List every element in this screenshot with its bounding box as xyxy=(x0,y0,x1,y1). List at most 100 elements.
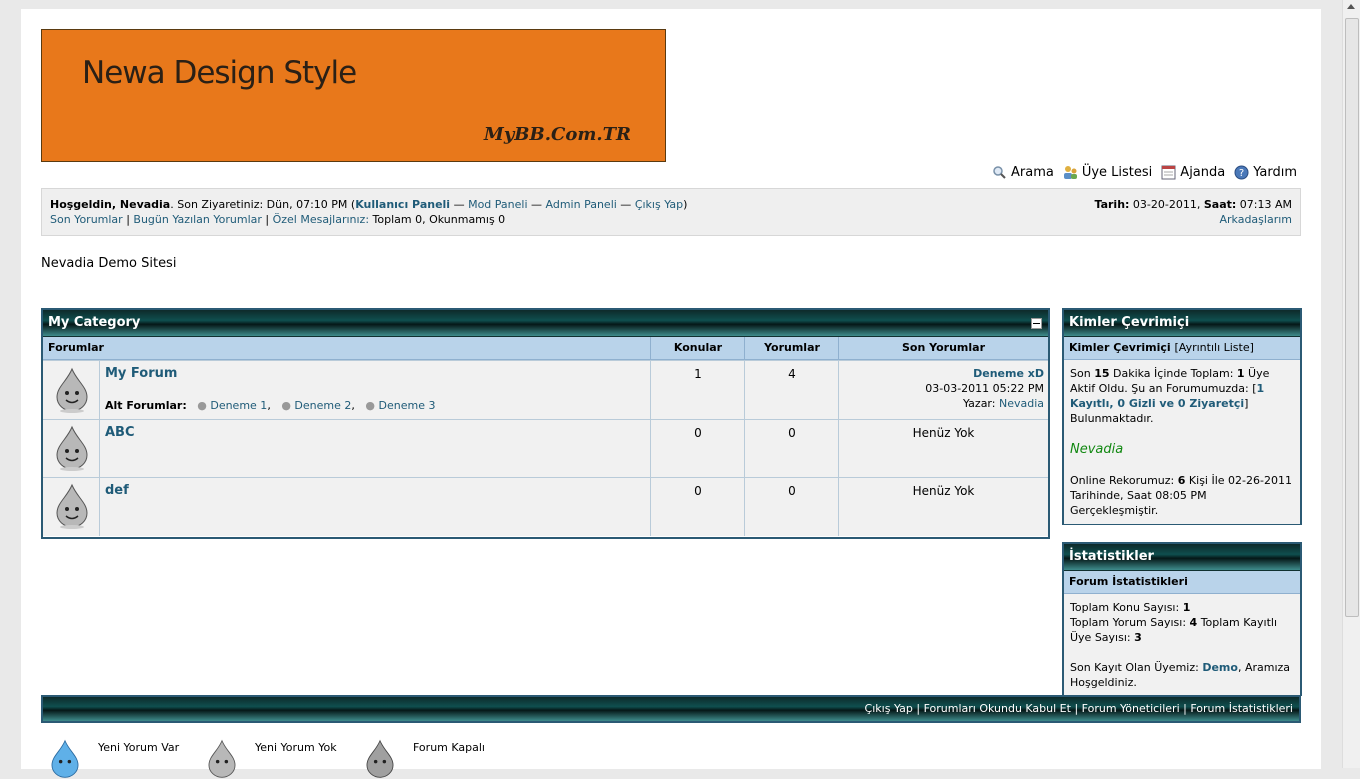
last-post-author-link[interactable]: Nevadia xyxy=(999,397,1044,410)
nav-help-link[interactable]: ? Yardım xyxy=(1234,165,1297,180)
nav-members-label: Üye Listesi xyxy=(1081,165,1153,180)
date-time: Tarih: 03-20-2011, Saat: 07:13 AM xyxy=(1094,198,1292,211)
online-subtitle: Kimler Çevrimiçi xyxy=(1069,341,1171,354)
quick-links-line: Son Yorumlar | Bugün Yazılan Yorumlar | … xyxy=(50,213,506,226)
logout-link[interactable]: Çıkış Yap xyxy=(635,198,683,211)
stats-body: Toplam Konu Sayısı: 1 Toplam Yorum Sayıs… xyxy=(1064,594,1300,696)
newest-member-link[interactable]: Demo xyxy=(1202,661,1238,674)
stats-members: 3 xyxy=(1134,631,1142,644)
welcome-panel: Hoşgeldin, Nevadia. Son Ziyaretiniz: Dün… xyxy=(41,188,1301,236)
stats-label: Toplam Konu Sayısı: xyxy=(1070,601,1183,614)
stats-label: Son Kayıt Olan Üyemiz: xyxy=(1070,661,1203,674)
friends-link[interactable]: Arkadaşlarım xyxy=(1219,213,1292,226)
col-posts: Yorumlar xyxy=(764,341,820,354)
scrollbar-thumb[interactable] xyxy=(1345,18,1359,617)
col-forums: Forumlar xyxy=(48,341,104,354)
welcome-greeting: Hoşgeldin, Nevadia xyxy=(50,198,171,211)
online-text: Dakika İçinde Toplam: xyxy=(1109,367,1237,380)
footer-stats-link[interactable]: Forum İstatistikleri xyxy=(1190,702,1293,715)
category-header[interactable]: My Category xyxy=(43,310,1048,337)
date-label: Tarih: xyxy=(1094,198,1130,211)
last-post-info: Deneme xD 03-03-2011 05:22 PM Yazar: Nev… xyxy=(925,366,1044,411)
help-icon: ? xyxy=(1234,165,1249,180)
collapse-icon[interactable] xyxy=(1031,318,1042,329)
post-count: 4 xyxy=(788,367,796,381)
date-value: 03-20-2011, xyxy=(1129,198,1204,211)
post-count: 0 xyxy=(788,484,796,498)
user-cp-link[interactable]: Kullanıcı Paneli xyxy=(355,198,450,211)
stats-label: Toplam Yorum Sayısı: xyxy=(1070,616,1190,629)
nav-search-link[interactable]: Arama xyxy=(992,165,1054,180)
no-new-posts-icon xyxy=(208,739,236,778)
forum-status-icon xyxy=(56,367,88,413)
mod-cp-link[interactable]: Mod Paneli xyxy=(468,198,527,211)
stats-header[interactable]: İstatistikler xyxy=(1064,544,1300,571)
close-paren: ) xyxy=(683,198,688,211)
last-post-by-label: Yazar: xyxy=(962,397,996,410)
admin-cp-link[interactable]: Admin Paneli xyxy=(546,198,617,211)
online-text: Son xyxy=(1070,367,1095,380)
stats-threads: 1 xyxy=(1182,601,1191,614)
online-minutes: 15 xyxy=(1094,367,1110,380)
legend-label: Yeni Yorum Yok xyxy=(255,741,337,754)
online-body: Son 15 Dakika İçinde Toplam: 1 Üye Aktif… xyxy=(1064,360,1300,524)
top-navigation: Arama Üye Listesi Ajanda ? Yardım xyxy=(992,165,1297,180)
separator: — xyxy=(527,198,546,211)
stats-subheader: Forum İstatistikleri xyxy=(1064,571,1300,594)
no-posts-text: Henüz Yok xyxy=(912,484,975,498)
vertical-scrollbar[interactable] xyxy=(1342,0,1360,768)
separator: — xyxy=(616,198,635,211)
subforum-link[interactable]: Deneme 1 xyxy=(210,399,267,412)
today-posts-link[interactable]: Bugün Yazılan Yorumlar xyxy=(133,213,262,226)
private-messages-link[interactable]: Özel Mesajlarınız: xyxy=(273,213,369,226)
online-user-link[interactable]: Nevadia xyxy=(1070,442,1123,457)
scroll-up-icon[interactable] xyxy=(1347,4,1355,9)
online-detail-link[interactable]: [Ayrıntılı Liste] xyxy=(1175,341,1254,354)
pm-counts: Toplam 0, Okunmamış 0 xyxy=(369,213,506,226)
svg-text:?: ? xyxy=(1239,168,1244,179)
category-title: My Category xyxy=(48,315,141,330)
category-table: My Category Forumlar Konular Yorumlar So… xyxy=(41,308,1050,539)
footer-mark-read-link[interactable]: Forumları Okundu Kabul Et xyxy=(924,702,1071,715)
footer-logout-link[interactable]: Çıkış Yap xyxy=(865,702,913,715)
last-post-link[interactable]: Deneme xD xyxy=(973,367,1044,380)
forum-row: def 0 0 Henüz Yok xyxy=(43,477,1048,536)
footer-moderators-link[interactable]: Forum Yöneticileri xyxy=(1082,702,1180,715)
new-posts-icon xyxy=(51,739,79,778)
footer-links-bar: Çıkış Yap | Forumları Okundu Kabul Et | … xyxy=(41,695,1301,723)
nav-members-link[interactable]: Üye Listesi xyxy=(1063,165,1152,180)
forum-closed-icon xyxy=(366,739,394,778)
legend-label: Forum Kapalı xyxy=(413,741,485,754)
members-icon xyxy=(1063,166,1077,179)
page-container: Newa Design Style MyBB.Com.TR Arama Üye … xyxy=(21,9,1321,778)
post-count: 0 xyxy=(788,426,796,440)
nav-calendar-label: Ajanda xyxy=(1180,165,1226,180)
subforum-link[interactable]: Deneme 2 xyxy=(294,399,351,412)
online-header[interactable]: Kimler Çevrimiçi xyxy=(1064,310,1300,337)
nav-calendar-link[interactable]: Ajanda xyxy=(1161,165,1225,180)
forum-row: ABC 0 0 Henüz Yok xyxy=(43,419,1048,477)
forum-status-icon xyxy=(56,425,88,471)
forum-link[interactable]: ABC xyxy=(105,425,135,440)
thread-count: 1 xyxy=(694,367,702,381)
site-banner-logo[interactable]: Newa Design Style MyBB.Com.TR xyxy=(41,29,666,162)
record-text: Online Rekorumuz: xyxy=(1070,474,1178,487)
forum-link[interactable]: def xyxy=(105,483,129,498)
last-visit-text: . Son Ziyaretiniz: Dün, 07:10 PM ( xyxy=(170,198,356,211)
subforum-link[interactable]: Deneme 3 xyxy=(379,399,436,412)
subforum-list: Alt Forumlar: ● Deneme 1, ● Deneme 2, ● … xyxy=(105,399,436,412)
recent-posts-link[interactable]: Son Yorumlar xyxy=(50,213,123,226)
time-label: Saat: xyxy=(1203,198,1237,211)
last-post-date: 03-03-2011 05:22 PM xyxy=(925,382,1044,395)
banner-title: Newa Design Style xyxy=(82,55,357,91)
statistics-box: İstatistikler Forum İstatistikleri Topla… xyxy=(1062,542,1302,696)
time-value: 07:13 AM xyxy=(1236,198,1292,211)
subforum-label: Alt Forumlar: xyxy=(105,399,187,412)
col-threads: Konular xyxy=(673,341,723,354)
site-name: Nevadia Demo Sitesi xyxy=(41,256,177,271)
forum-link[interactable]: My Forum xyxy=(105,366,177,381)
separator: — xyxy=(450,198,469,211)
forum-status-icon xyxy=(56,483,88,529)
thread-count: 0 xyxy=(694,484,702,498)
column-header-row: Forumlar Konular Yorumlar Son Yorumlar xyxy=(43,337,1048,360)
